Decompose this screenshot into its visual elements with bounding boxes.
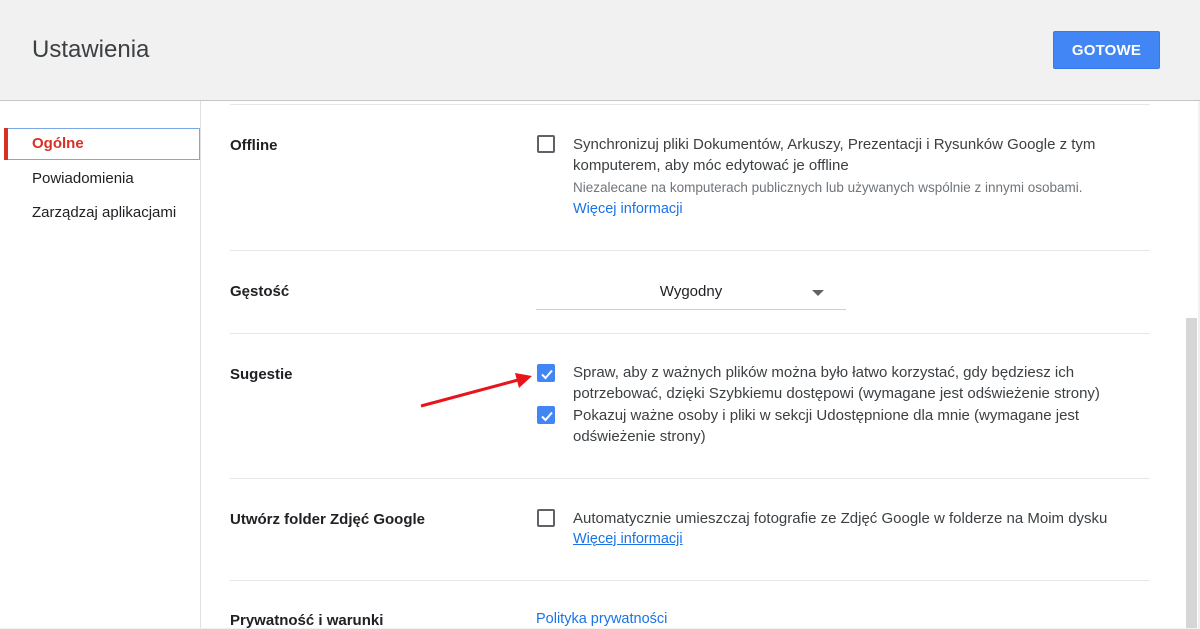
offline-label: Offline (230, 137, 278, 154)
offline-more-info-link[interactable]: Więcej informacji (573, 201, 683, 217)
sidebar-item-general[interactable]: Ogólne (4, 128, 200, 160)
suggestions-label: Sugestie (230, 366, 293, 383)
check-icon (541, 369, 553, 380)
section-divider (230, 333, 1150, 334)
density-label: Gęstość (230, 283, 290, 300)
section-divider (230, 580, 1150, 581)
section-divider (230, 104, 1150, 105)
scrollbar-thumb[interactable] (1186, 318, 1197, 628)
settings-sidebar: Ogólne Powiadomienia Zarządzaj aplikacja… (0, 101, 201, 628)
privacy-policy-link[interactable]: Polityka prywatności (536, 611, 667, 627)
suggestions-shared-checkbox[interactable] (537, 406, 555, 424)
photos-folder-text: Automatycznie umieszczaj fotografie ze Z… (573, 510, 1108, 527)
settings-content: Offline Synchronizuj pliki Dokumentów, A… (230, 101, 1150, 629)
section-divider (230, 478, 1150, 479)
suggestions-quick-access-text: Spraw, aby z ważnych plików można było ł… (573, 364, 1100, 402)
chevron-down-icon (812, 290, 824, 296)
photos-folder-more-info-link[interactable]: Więcej informacji (573, 531, 683, 547)
page-title: Ustawienia (32, 36, 150, 63)
offline-checkbox[interactable] (537, 135, 555, 153)
sidebar-item-manage-apps[interactable]: Zarządzaj aplikacjami (0, 197, 200, 229)
settings-panel: Ogólne Powiadomienia Zarządzaj aplikacja… (0, 101, 1198, 629)
density-select-value: Wygodny (659, 283, 723, 300)
section-divider (230, 250, 1150, 251)
done-button[interactable]: GOTOWE (1053, 31, 1160, 69)
photos-folder-label: Utwórz folder Zdjęć Google (230, 511, 426, 528)
check-icon (541, 411, 553, 422)
settings-header: Ustawienia GOTOWE (0, 0, 1200, 101)
privacy-label: Prywatność i warunki (230, 612, 384, 629)
photos-folder-checkbox[interactable] (537, 509, 555, 527)
suggestions-shared-text: Pokazuj ważne osoby i pliki w sekcji Udo… (573, 407, 1080, 445)
sidebar-item-notifications[interactable]: Powiadomienia (0, 163, 200, 195)
offline-hint: Niezalecane na komputerach publicznych l… (573, 180, 1083, 195)
suggestions-quick-access-checkbox[interactable] (537, 364, 555, 382)
density-select[interactable]: Wygodny (536, 276, 846, 310)
offline-option-text: Synchronizuj pliki Dokumentów, Arkuszy, … (573, 136, 1096, 174)
